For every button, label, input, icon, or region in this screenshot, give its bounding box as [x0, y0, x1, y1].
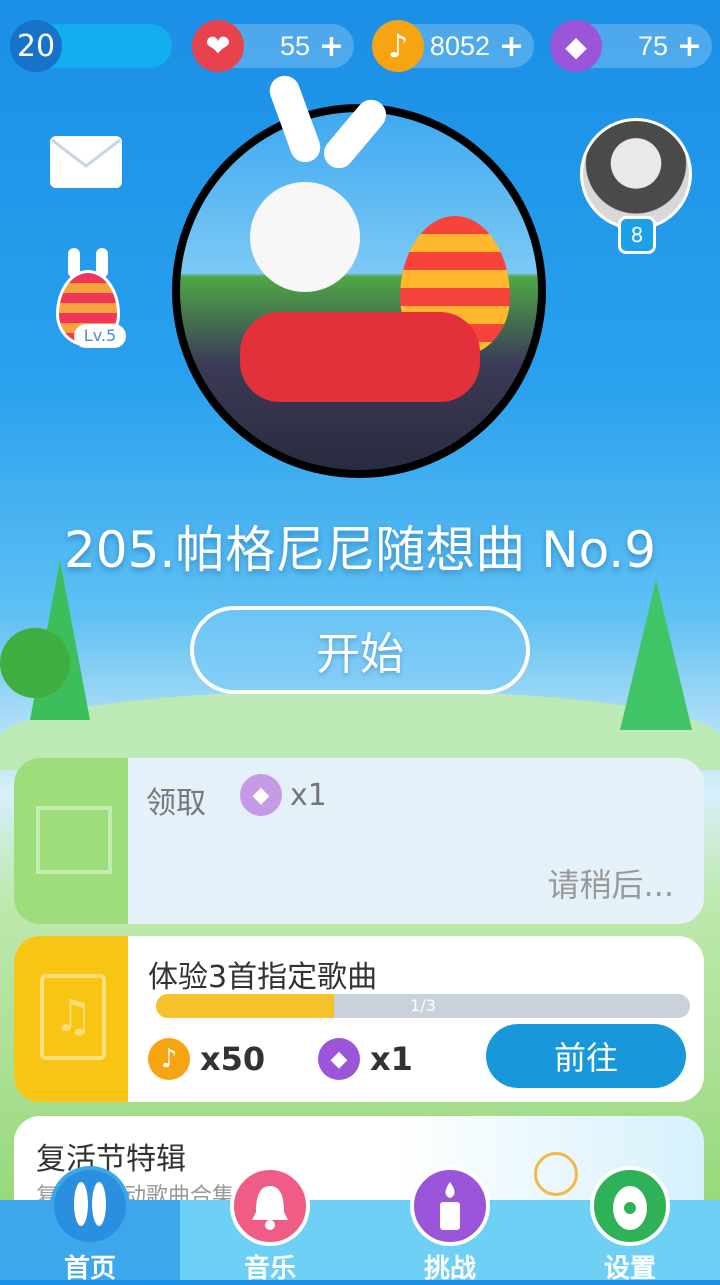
- avatar-level-badge: 8: [618, 216, 656, 254]
- level-badge: 20: [10, 20, 62, 72]
- diamond-icon: ◆: [550, 20, 602, 72]
- candle-icon: [410, 1166, 490, 1246]
- bell-icon: [230, 1166, 310, 1246]
- nav-home[interactable]: 首页: [0, 1166, 180, 1284]
- diamond-icon: ◆: [240, 774, 282, 816]
- start-button[interactable]: 开始: [190, 606, 530, 694]
- ferris-wheel-icon: [534, 1152, 578, 1196]
- claim-label: 领取: [146, 786, 206, 821]
- gift-panel: [14, 758, 128, 924]
- nav-music[interactable]: 音乐: [180, 1166, 360, 1284]
- note-reward: x50: [200, 1040, 266, 1078]
- note-icon: ♪: [372, 20, 424, 72]
- task-progress-bar: 1/3: [156, 994, 690, 1018]
- task-title: 体验3首指定歌曲: [148, 960, 378, 995]
- bush-left: [0, 628, 70, 698]
- nav-settings[interactable]: 设置: [540, 1166, 720, 1284]
- motorcycle-illustration: [240, 312, 480, 402]
- nav-home-label: 首页: [63, 1254, 116, 1284]
- mail-icon[interactable]: [50, 136, 122, 188]
- level-bar: 20: [10, 20, 172, 72]
- nav-challenge-label: 挑战: [423, 1254, 476, 1284]
- reward-amount: x1: [290, 778, 327, 813]
- bunny-illustration: [250, 182, 360, 292]
- song-title: 205.帕格尼尼随想曲 No.9: [63, 521, 657, 579]
- hearts-counter[interactable]: ❤ 55 +: [192, 20, 354, 72]
- nav-music-label: 音乐: [243, 1254, 296, 1284]
- nav-challenge[interactable]: 挑战: [360, 1166, 540, 1284]
- gift-icon: [36, 806, 112, 874]
- reward-card: 领取 ◆ x1 请稍后...: [14, 758, 704, 924]
- diamonds-counter[interactable]: ◆ 75 +: [550, 20, 712, 72]
- add-hearts-button[interactable]: +: [319, 29, 344, 64]
- diamonds-value: 75: [637, 30, 668, 61]
- tree-right: [620, 580, 692, 730]
- level-value: 20: [16, 28, 56, 64]
- bunny-ears-decor: [265, 71, 393, 175]
- diamond-icon: ◆: [318, 1038, 360, 1080]
- easter-egg-level[interactable]: Lv.5: [52, 248, 126, 348]
- notes-counter[interactable]: ♪ 8052 +: [372, 20, 534, 72]
- task-card: ♫ 体验3首指定歌曲 1/3 ♪ x50 ◆ x1 前往: [14, 936, 704, 1102]
- bunny-ears-icon: [50, 1166, 130, 1246]
- wait-label: 请稍后...: [547, 866, 674, 904]
- bottom-nav: 首页 音乐 挑战 设置: [0, 1166, 720, 1284]
- add-notes-button[interactable]: +: [499, 29, 524, 64]
- avatar-level-value: 8: [630, 223, 644, 247]
- music-note-icon: ♫: [40, 974, 106, 1060]
- diamond-reward: x1: [370, 1040, 413, 1078]
- egg-level-badge: Lv.5: [74, 324, 126, 348]
- easter-egg-icon: [590, 1166, 670, 1246]
- hearts-value: 55: [279, 30, 310, 61]
- task-progress-label: 1/3: [410, 996, 436, 1015]
- add-diamonds-button[interactable]: +: [677, 29, 702, 64]
- note-icon: ♪: [148, 1038, 190, 1080]
- notes-value: 8052: [429, 30, 490, 61]
- user-avatar[interactable]: [580, 118, 692, 230]
- nav-settings-label: 设置: [603, 1254, 656, 1284]
- go-button[interactable]: 前往: [486, 1024, 686, 1088]
- heart-icon: ❤: [192, 20, 244, 72]
- music-note-panel: ♫: [14, 936, 128, 1102]
